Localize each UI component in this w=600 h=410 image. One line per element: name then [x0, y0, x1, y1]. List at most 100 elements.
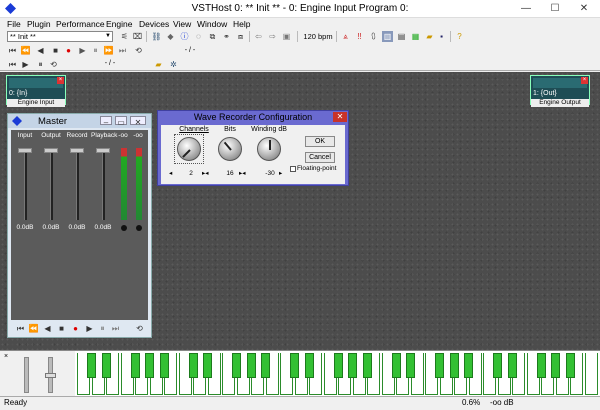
black-key[interactable]	[304, 353, 314, 378]
black-key[interactable]	[261, 353, 270, 378]
black-key[interactable]	[348, 353, 357, 378]
black-key[interactable]	[493, 353, 502, 378]
close-icon[interactable]: ×	[57, 77, 64, 84]
pause-icon[interactable]: ⏸	[97, 323, 108, 334]
channels-knob[interactable]	[177, 137, 201, 161]
diamond-icon[interactable]: ◆	[165, 31, 176, 42]
stop-icon[interactable]: ■	[56, 323, 67, 334]
black-key[interactable]	[232, 353, 241, 378]
midi-icon[interactable]: ⚟	[119, 31, 130, 42]
menu-view[interactable]: View	[173, 18, 191, 30]
wave-recorder-close-button[interactable]: ✕	[333, 112, 347, 122]
bits-spinner[interactable]: 16 ▸◂	[211, 170, 251, 178]
rewind-start-icon[interactable]: ⏮	[15, 323, 26, 334]
save-icon[interactable]: ▪	[436, 31, 447, 42]
menu-file[interactable]: File	[7, 18, 21, 30]
fader-input[interactable]	[18, 148, 32, 153]
channels-spinner[interactable]: ◂ 2 ▸◂	[169, 170, 213, 178]
meter-icon[interactable]: ⩇	[368, 31, 379, 42]
bits-knob[interactable]	[218, 137, 242, 161]
rewind-start-icon[interactable]: ⏮	[7, 45, 18, 56]
record-icon[interactable]: ●	[70, 323, 81, 334]
position-field[interactable]: - / -	[170, 46, 210, 56]
black-key[interactable]	[435, 353, 444, 378]
menu-help[interactable]: Help	[233, 18, 250, 30]
master-title-bar[interactable]: Master – ▭ ✕	[8, 114, 151, 128]
master-window[interactable]: Master – ▭ ✕ Input Output Record Playbac…	[7, 113, 152, 338]
black-key[interactable]	[159, 353, 169, 378]
menu-window[interactable]: Window	[197, 18, 227, 30]
levels-icon[interactable]: ▦	[410, 31, 421, 42]
cancel-button[interactable]: Cancel	[305, 152, 335, 163]
help-icon[interactable]: ?	[454, 31, 465, 42]
rewind-icon[interactable]: ⏪	[20, 45, 31, 56]
keyboard-close-button[interactable]: ×	[4, 353, 8, 360]
bpm-display[interactable]: 120 bpm	[303, 31, 333, 42]
forward-end-icon[interactable]: ⏭	[117, 45, 128, 56]
fader-playback[interactable]	[96, 148, 110, 153]
fader-record[interactable]	[70, 148, 84, 153]
player-open-icon[interactable]: ▰	[153, 59, 164, 70]
black-key[interactable]	[362, 353, 372, 378]
ok-button[interactable]: OK	[305, 136, 335, 147]
master-minimize-button[interactable]: –	[100, 116, 112, 127]
black-key[interactable]	[464, 353, 473, 378]
master-close-button[interactable]: ✕	[130, 116, 146, 127]
menu-engine[interactable]: Engine	[106, 18, 132, 30]
menu-devices[interactable]: Devices	[139, 18, 169, 30]
pitch-wheel[interactable]	[24, 357, 29, 393]
maximize-button[interactable]: ☐	[541, 0, 569, 18]
black-key[interactable]	[406, 353, 415, 378]
chain-icon[interactable]: ⛓	[151, 31, 162, 42]
close-button[interactable]: ✕	[570, 0, 598, 18]
player-pause-icon[interactable]: ⏸	[35, 59, 46, 70]
black-key[interactable]	[130, 353, 140, 378]
save-small-icon[interactable]: ▣	[281, 31, 292, 42]
winding-spinner[interactable]: -30 ▸	[251, 170, 291, 178]
engine-output-module[interactable]: × 1: {Out} Engine Output	[530, 75, 590, 107]
black-key[interactable]	[87, 353, 96, 378]
mod-wheel-handle[interactable]	[45, 373, 56, 378]
record-icon[interactable]: ●	[63, 45, 74, 56]
forward-end-icon[interactable]: ⏭	[110, 323, 121, 334]
rewind-icon[interactable]: ⏪	[28, 323, 39, 334]
floating-point-checkbox[interactable]	[290, 166, 296, 172]
step-back-icon[interactable]: ◀	[35, 45, 46, 56]
menu-plugin[interactable]: Plugin	[27, 18, 51, 30]
minimize-button[interactable]: —	[512, 0, 540, 18]
black-key[interactable]	[246, 353, 256, 378]
black-key[interactable]	[551, 353, 560, 378]
link-icon[interactable]: ⚭	[221, 31, 232, 42]
engine-input-module[interactable]: × 0: {In} Engine Input	[6, 75, 66, 107]
stop-icon[interactable]: ■	[50, 45, 61, 56]
black-key[interactable]	[536, 353, 546, 378]
play-icon[interactable]: ▶	[77, 45, 88, 56]
copy-icon[interactable]: ⧉	[207, 31, 218, 42]
paste-icon[interactable]: ⧈	[235, 31, 246, 42]
program-select[interactable]: ** Init ** ▼	[7, 31, 113, 42]
player-position-field[interactable]: - / -	[90, 59, 130, 69]
reset-icon[interactable]: ◌	[193, 31, 204, 42]
wave-recorder-dialog[interactable]: Wave Recorder Configuration ✕ Channels B…	[157, 110, 349, 186]
winding-knob[interactable]	[257, 137, 281, 161]
pause-icon[interactable]: ⏸	[90, 45, 101, 56]
black-key[interactable]	[507, 353, 517, 378]
meter-reset-right[interactable]	[136, 225, 142, 231]
lock-icon[interactable]: ⌧	[132, 31, 143, 42]
loop-icon[interactable]: ⟲	[134, 323, 145, 334]
player-loop-icon[interactable]: ⟲	[48, 59, 59, 70]
open-folder-icon[interactable]: ▰	[424, 31, 435, 42]
keyboard-icon[interactable]: ▥	[382, 31, 393, 42]
white-key[interactable]	[584, 353, 598, 395]
arrow-right-icon[interactable]: ⇨	[267, 31, 278, 42]
panic-icon[interactable]: ‼	[354, 31, 365, 42]
meter-reset-left[interactable]	[121, 225, 127, 231]
master-restore-button[interactable]: ▭	[115, 116, 127, 127]
play-icon[interactable]: ▶	[84, 323, 95, 334]
player-play-icon[interactable]: ▶	[20, 59, 31, 70]
black-key[interactable]	[188, 353, 198, 378]
black-key[interactable]	[333, 353, 343, 378]
close-icon[interactable]: ×	[581, 77, 588, 84]
loop-icon[interactable]: ⟲	[133, 45, 144, 56]
piano-icon[interactable]: ▤	[396, 31, 407, 42]
